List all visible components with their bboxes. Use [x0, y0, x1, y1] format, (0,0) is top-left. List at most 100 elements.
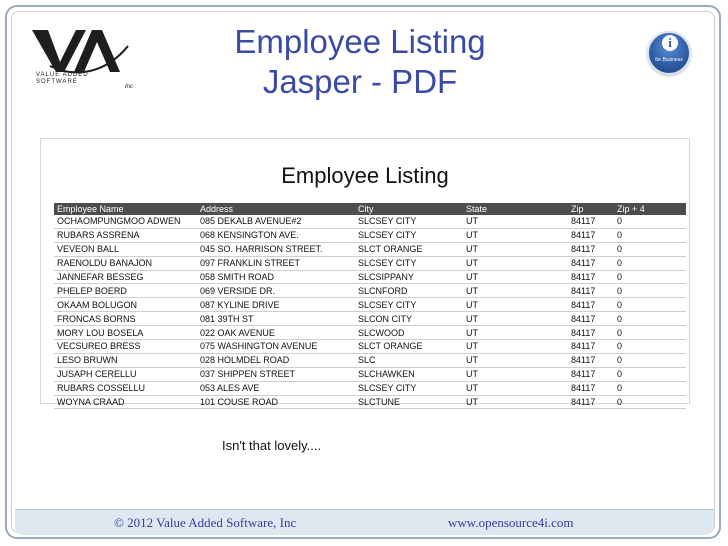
table-row: JANNEFAR BESSEG 058 SMITH ROAD SLCSIPPANY U… [54, 270, 686, 285]
table-cell: SLCSEY CITY [355, 256, 463, 271]
table-cell: UT [463, 381, 568, 396]
table-cell: 028 HOLMDEL ROAD [197, 353, 355, 368]
table-cell: 097 FRANKLIN STREET [197, 256, 355, 271]
table-cell: RUBARS ASSRENA [54, 228, 197, 243]
table-cell: UT [463, 283, 568, 299]
footer-website-link[interactable]: www.opensource4i.com [448, 515, 574, 531]
table-cell: SLCWOOD [355, 325, 463, 341]
table-row: RUBARS COSSELLU 053 ALES AVE SLCSEY CITY UT… [54, 381, 686, 396]
logo-text: VALUE ADDED SOFTWARE [36, 72, 89, 86]
table-cell: 84117 [568, 242, 614, 257]
table-cell: 037 SHIPPEN STREET [197, 367, 355, 382]
column-header: Employee Name [54, 203, 197, 215]
logo-line2: SOFTWARE [36, 79, 78, 85]
table-cell: 075 WASHINGTON AVENUE [197, 339, 355, 354]
table-cell: 068 KENSINGTON AVE. [197, 228, 355, 243]
employee-table: Employee Name Address City State Zip Zip… [54, 203, 686, 410]
table-cell: UT [463, 353, 568, 368]
report-screenshot: Employee Listing Employee Name Address C… [40, 138, 690, 410]
table-cell: 053 ALES AVE [197, 381, 355, 396]
table-cell: 085 DEKALB AVENUE#2 [197, 215, 355, 229]
table-cell: SLCT ORANGE [355, 339, 463, 354]
table-cell: 84117 [568, 353, 614, 368]
table-cell: SLCT ORANGE [355, 242, 463, 257]
table-cell: 84117 [568, 228, 614, 243]
table-cell: 0 [614, 215, 686, 229]
table-row: LESO BRUWN 028 HOLMDEL ROAD SLC UT 84117 0 [54, 353, 686, 368]
table-cell: UT [463, 339, 568, 354]
table-row: OKAAM BOLUGON 087 KYLINE DRIVE SLCSEY CITY… [54, 297, 686, 313]
table-row: VECSUREO BRESS 075 WASHINGTON AVENUE SLCT … [54, 339, 686, 354]
table-row: RAENOLDU BANAJON 097 FRANKLIN STREET SLCSE… [54, 256, 686, 271]
table-cell: UT [463, 311, 568, 327]
table-header-row: Employee Name Address City State Zip Zip… [54, 203, 686, 215]
table-cell: 069 VERSIDE DR. [197, 283, 355, 299]
table-cell: 0 [614, 339, 686, 354]
table-body: OCHAOMPUNGMOO ADWEN 085 DEKALB AVENUE#2 SL… [54, 215, 686, 410]
table-row: WOYNA CRAAD 101 COUSE ROAD SLCTUNE UT 84117 0 [54, 395, 686, 410]
table-cell: 058 SMITH ROAD [197, 270, 355, 285]
table-cell: SLCHAWKEN [355, 367, 463, 382]
table-cell: 84117 [568, 395, 614, 410]
table-cell: 0 [614, 353, 686, 368]
table-cell: 0 [614, 270, 686, 285]
table-cell: LESO BRUWN [54, 353, 197, 368]
column-header: Zip [568, 203, 614, 215]
table-cell: UT [463, 228, 568, 243]
table-cell: 84117 [568, 215, 614, 229]
title-line2: Jasper - PDF [262, 63, 458, 100]
table-cell: 0 [614, 381, 686, 396]
table-cell: 081 39TH ST [197, 311, 355, 327]
table-cell: SLCTUNE [355, 395, 463, 410]
table-cell: OCHAOMPUNGMOO ADWEN [54, 215, 197, 229]
table-cell: SLCSEY CITY [355, 228, 463, 243]
table-cell: UT [463, 367, 568, 382]
slide-footer: © 2012 Value Added Software, Inc www.ope… [15, 509, 714, 535]
table-cell: RAENOLDU BANAJON [54, 256, 197, 271]
table-cell: 84117 [568, 325, 614, 341]
table-cell: 0 [614, 367, 686, 382]
table-cell: JUSAPH CERELLU [54, 367, 197, 382]
table-cell: UT [463, 297, 568, 313]
report-title: Employee Listing [281, 163, 449, 188]
table-row: JUSAPH CERELLU 037 SHIPPEN STREET SLCHAWKE… [54, 367, 686, 382]
column-header: State [463, 203, 568, 215]
slide-title: Employee Listing Jasper - PDF [160, 22, 560, 102]
table-cell: UT [463, 395, 568, 410]
column-header: Zip + 4 [614, 203, 686, 215]
table-cell: VECSUREO BRESS [54, 339, 197, 354]
table-cell: SLCSEY CITY [355, 215, 463, 229]
table-cell: 84117 [568, 339, 614, 354]
table-cell: 022 OAK AVENUE [197, 325, 355, 341]
table-cell: VEVEON BALL [54, 242, 197, 257]
slide: Inc VALUE ADDED SOFTWARE Employee Listin… [0, 0, 728, 546]
column-header: City [355, 203, 463, 215]
table-cell: 0 [614, 297, 686, 313]
table-cell: 045 SO. HARRISON STREET. [197, 242, 355, 257]
table-cell: SLC [355, 353, 463, 368]
table-cell: 0 [614, 325, 686, 341]
table-cell: 84117 [568, 311, 614, 327]
table-cell: SLCSEY CITY [355, 381, 463, 396]
table-cell: UT [463, 270, 568, 285]
table-row: PHELEP BOERD 069 VERSIDE DR. SLCNFORD UT 841… [54, 283, 686, 299]
table-cell: 0 [614, 242, 686, 257]
table-cell: SLCSIPPANY [355, 270, 463, 285]
table-row: MORY LOU BOSELA 022 OAK AVENUE SLCWOOD UT 84… [54, 325, 686, 341]
badge-text: for Business [655, 57, 683, 63]
table-row: OCHAOMPUNGMOO ADWEN 085 DEKALB AVENUE#2 SL… [54, 215, 686, 229]
table-cell: FRONCAS BORNS [54, 311, 197, 327]
table-cell: SLCON CITY [355, 311, 463, 327]
va-logo-icon [32, 30, 129, 74]
table-row: FRONCAS BORNS 081 39TH ST SLCON CITY UT 8411… [54, 311, 686, 327]
column-header: Address [197, 203, 355, 215]
logo-inc: Inc [125, 84, 134, 90]
table-row: RUBARS ASSRENA 068 KENSINGTON AVE. SLCSEY … [54, 228, 686, 243]
info-icon: i [662, 35, 678, 51]
table-cell: 84117 [568, 270, 614, 285]
logo-line1: VALUE ADDED [36, 72, 89, 78]
table-cell: RUBARS COSSELLU [54, 381, 197, 396]
table-cell: OKAAM BOLUGON [54, 297, 197, 313]
table-cell: 84117 [568, 367, 614, 382]
table-cell: UT [463, 256, 568, 271]
